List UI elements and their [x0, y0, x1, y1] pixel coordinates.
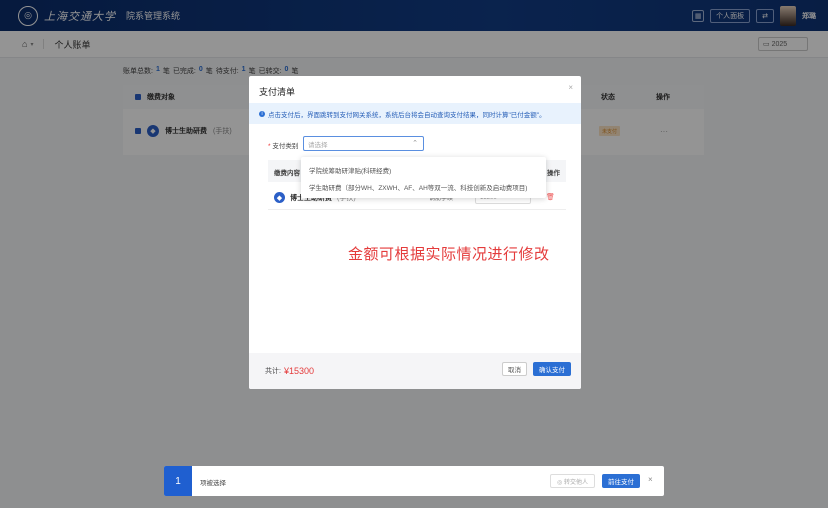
info-text: 点击支付后，界面跳转到支付网关系统，系统后台将会自动查询支付结果，同时计算"已付…	[268, 111, 546, 119]
required-mark: *	[268, 143, 271, 150]
selected-label: 项被选择	[200, 480, 226, 487]
selection-bar: 1 项被选择 ◎ 转交他人 前往支付 ×	[164, 466, 664, 496]
select-placeholder: 请选择	[308, 141, 328, 149]
pay-category-text: 支付类别	[272, 143, 299, 150]
transfer-button[interactable]: ◎ 转交他人	[550, 474, 595, 488]
chevron-up-icon: ⌃	[412, 140, 418, 147]
close-icon[interactable]: ×	[568, 83, 573, 92]
column-content: 缴费内容	[274, 170, 300, 177]
modal-footer: 共计: ¥15300 取消 确认支付	[249, 353, 581, 389]
annotation-text: 金额可根据实际情况进行修改	[348, 246, 550, 263]
pay-category-dropdown: 学院统筹助研津贴(科研经费) 学生助研费（部分WH、ZXWH、AF、AH等双一流…	[301, 157, 546, 198]
trash-icon[interactable]: 🗑	[546, 193, 555, 201]
total-value: ¥15300	[283, 366, 314, 376]
fee-icon: ◆	[274, 192, 285, 203]
dropdown-option[interactable]: 学生助研费（部分WH、ZXWH、AF、AH等双一流、科技创新及启动费项目)	[309, 182, 527, 192]
go-pay-button[interactable]: 前往支付	[602, 474, 640, 488]
total-label: 共计:	[265, 368, 281, 375]
cancel-button[interactable]: 取消	[502, 362, 527, 376]
close-icon[interactable]: ×	[648, 475, 653, 484]
info-icon: i	[259, 110, 265, 117]
dropdown-option[interactable]: 学院统筹助研津贴(科研经费)	[309, 165, 391, 175]
pay-category-select[interactable]: 请选择 ⌃	[303, 136, 424, 151]
pay-category-label: * 支付类别	[268, 140, 298, 150]
payment-modal: 支付清单 × i 点击支付后，界面跳转到支付网关系统，系统后台将会自动查询支付结…	[249, 76, 581, 389]
confirm-pay-button[interactable]: 确认支付	[533, 362, 571, 376]
column-actions: 操作	[547, 170, 560, 177]
info-alert: i 点击支付后，界面跳转到支付网关系统，系统后台将会自动查询支付结果，同时计算"…	[249, 103, 581, 124]
selected-count: 1	[164, 466, 192, 496]
modal-title: 支付清单	[259, 87, 296, 97]
